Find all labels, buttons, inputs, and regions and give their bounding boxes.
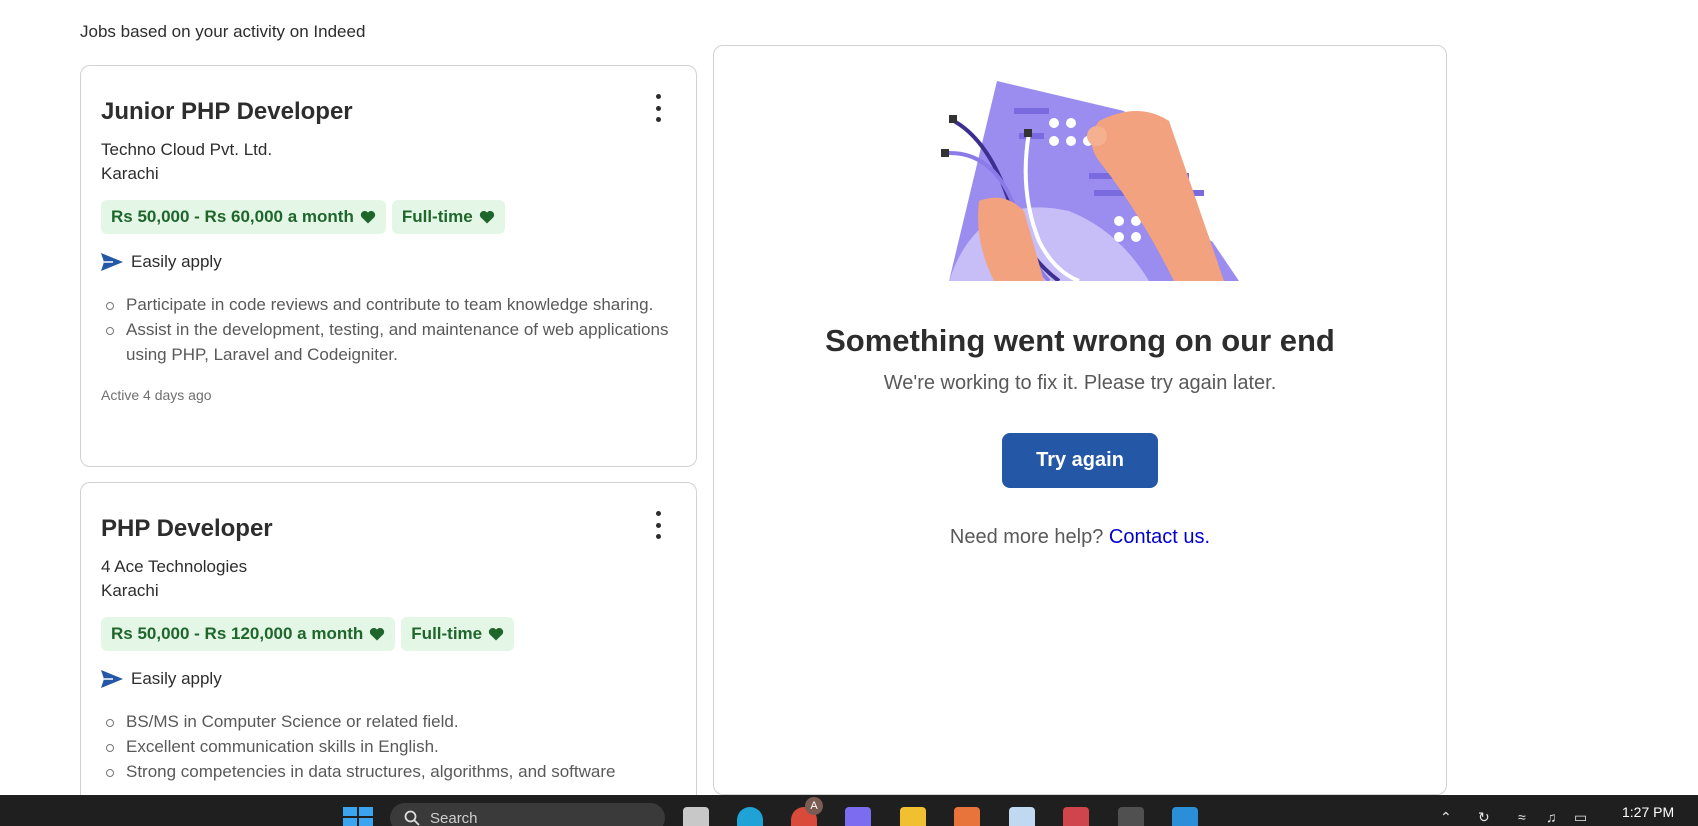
more-options-icon[interactable]	[650, 94, 666, 122]
error-subtitle: We're working to fix it. Please try agai…	[883, 372, 1277, 394]
taskbar: Search A ⌃ ↻ ≈ ♫ ▭ 1:27 PM	[0, 795, 1698, 826]
job-type-tag: Full-time	[391, 200, 505, 234]
active-date: Active 4 days ago	[101, 387, 212, 403]
send-icon	[101, 253, 123, 271]
more-options-icon[interactable]	[650, 511, 666, 539]
list-item: Participate in code reviews and contribu…	[106, 292, 676, 317]
error-panel: Something went wrong on our end We're wo…	[713, 45, 1447, 795]
app-icon[interactable]	[1063, 807, 1089, 826]
salary-tag: Rs 50,000 - Rs 60,000 a month	[101, 200, 386, 234]
help-label: Need more help?	[949, 526, 1104, 548]
chrome-icon[interactable]: A	[791, 797, 823, 826]
clock[interactable]: 1:27 PM	[1622, 804, 1674, 820]
job-snippet: BS/MS in Computer Science or related fie…	[101, 709, 676, 784]
section-heading: Jobs based on your activity on Indeed	[80, 22, 366, 41]
heart-icon	[370, 627, 385, 641]
heart-icon	[479, 210, 494, 224]
list-item: Strong competencies in data structures, …	[106, 759, 676, 784]
easily-apply: Easily apply	[101, 252, 676, 272]
vscode-icon[interactable]	[1172, 807, 1198, 826]
file-explorer-icon[interactable]	[900, 807, 926, 826]
job-location: Karachi	[101, 164, 159, 183]
copilot-icon[interactable]	[845, 807, 871, 826]
xampp-icon[interactable]	[954, 807, 980, 826]
battery-icon[interactable]: ▭	[1574, 809, 1587, 826]
task-view-icon[interactable]	[683, 807, 709, 826]
edge-icon[interactable]	[737, 807, 763, 826]
job-type-label: Full-time	[411, 624, 483, 643]
error-illustration	[941, 81, 1239, 281]
error-title: Something went wrong on our end	[825, 323, 1335, 358]
heart-icon	[488, 627, 504, 641]
job-card[interactable]: Junior PHP Developer Techno Cloud Pvt. L…	[80, 65, 697, 467]
job-title[interactable]: Junior PHP Developer	[101, 98, 676, 126]
salary-label: Rs 50,000 - Rs 60,000 a month	[111, 207, 354, 226]
salary-tag: Rs 50,000 - Rs 120,000 a month	[101, 617, 396, 651]
company-name: Techno Cloud Pvt. Ltd.	[101, 140, 273, 159]
volume-icon[interactable]: ♫	[1546, 809, 1557, 825]
job-card[interactable]: PHP Developer 4 Ace Technologies Karachi…	[80, 482, 697, 826]
contact-us-link[interactable]: Contact us.	[1109, 526, 1210, 548]
taskbar-search[interactable]: Search	[390, 803, 665, 826]
chevron-up-icon[interactable]: ⌃	[1440, 809, 1452, 826]
job-snippet: Participate in code reviews and contribu…	[101, 292, 676, 367]
job-type-tag: Full-time	[401, 617, 515, 651]
page: Jobs based on your activity on Indeed Ju…	[0, 0, 1698, 826]
search-placeholder: Search	[430, 809, 478, 826]
heart-icon	[360, 210, 375, 224]
easily-apply: Easily apply	[101, 669, 676, 689]
easily-apply-label: Easily apply	[131, 252, 222, 271]
terminal-icon[interactable]	[1118, 807, 1144, 826]
job-type-label: Full-time	[401, 207, 473, 226]
company-name: 4 Ace Technologies	[101, 557, 248, 576]
windows-start-icon[interactable]	[343, 807, 373, 826]
try-again-button[interactable]: Try again	[1002, 433, 1158, 488]
list-item: BS/MS in Computer Science or related fie…	[106, 709, 676, 734]
send-icon	[101, 670, 123, 688]
list-item: Assist in the development, testing, and …	[106, 317, 676, 367]
search-icon	[404, 810, 420, 826]
easily-apply-label: Easily apply	[131, 669, 222, 688]
job-tags: Rs 50,000 - Rs 120,000 a month Full-time	[101, 617, 676, 651]
job-title[interactable]: PHP Developer	[101, 515, 676, 543]
chrome-profile-badge: A	[805, 797, 823, 815]
photos-icon[interactable]	[1009, 807, 1035, 826]
refresh-icon[interactable]: ↻	[1478, 809, 1490, 826]
list-item: Excellent communication skills in Englis…	[106, 734, 676, 759]
salary-label: Rs 50,000 - Rs 120,000 a month	[111, 624, 364, 643]
job-location: Karachi	[101, 581, 159, 600]
job-tags: Rs 50,000 - Rs 60,000 a month Full-time	[101, 200, 676, 234]
help-text: Need more help? Contact us.	[714, 526, 1446, 549]
wifi-icon[interactable]: ≈	[1518, 809, 1526, 825]
